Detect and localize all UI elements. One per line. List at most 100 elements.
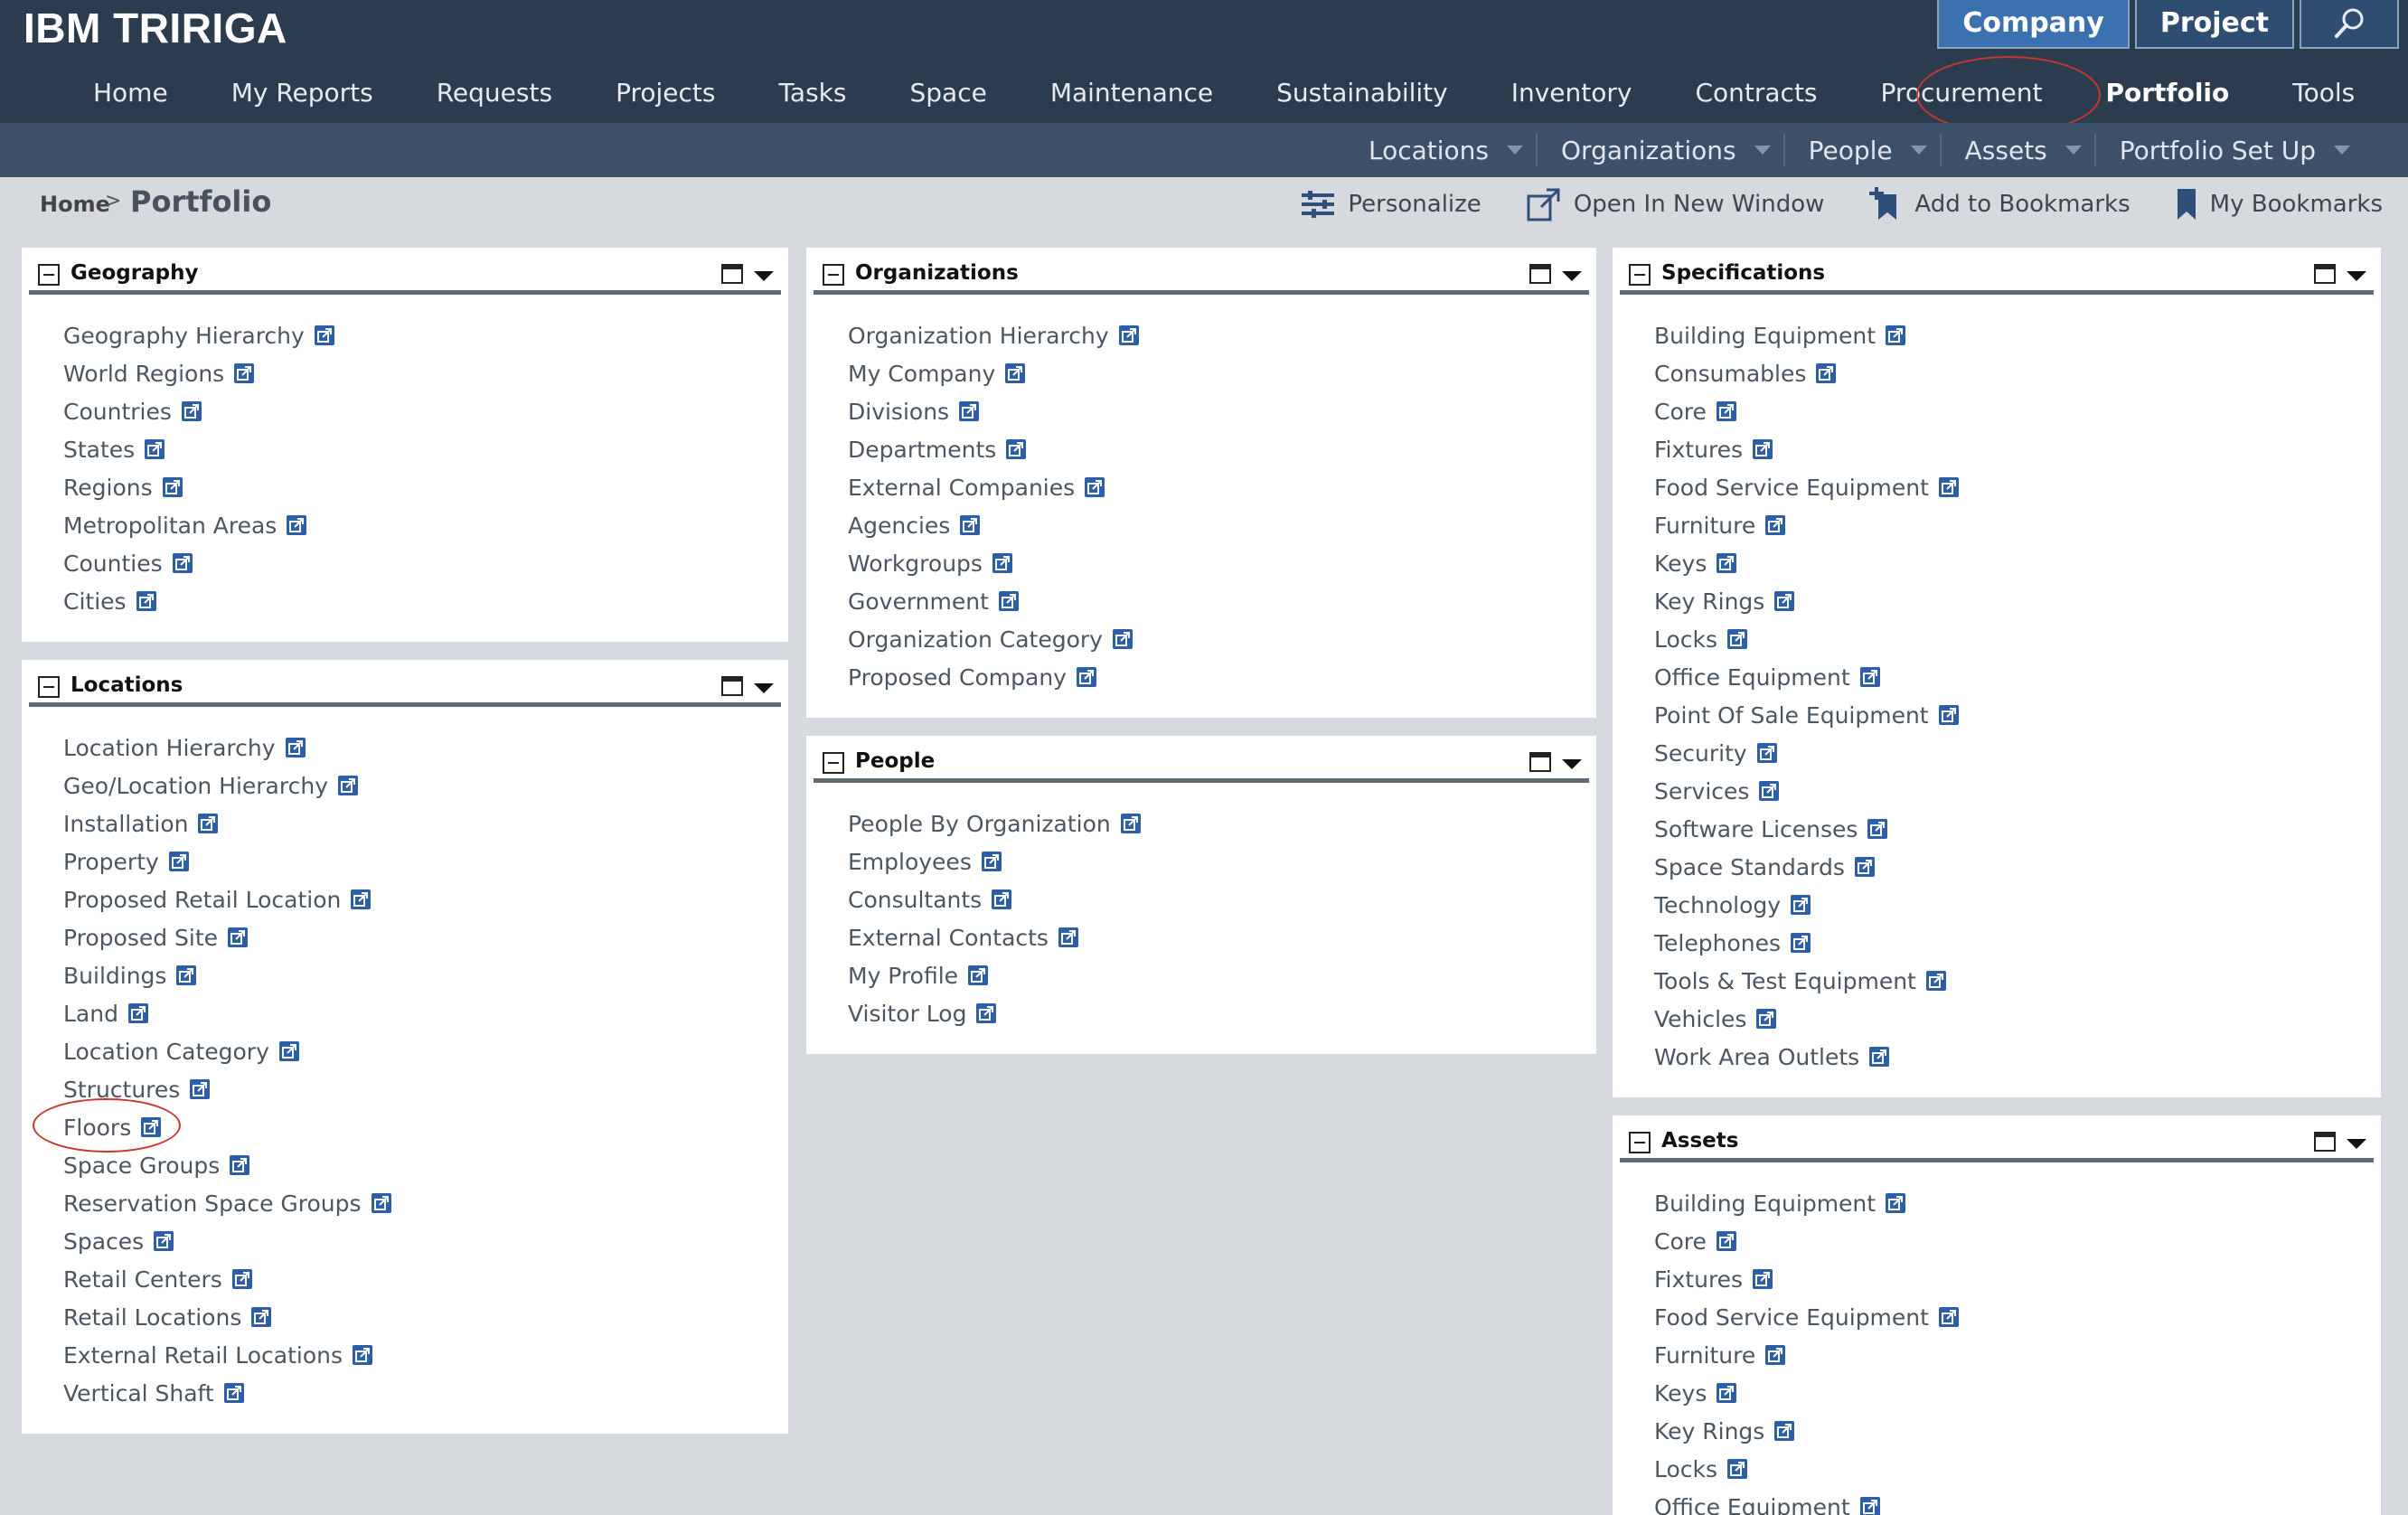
open-in-new-window-icon[interactable]: [998, 590, 1020, 612]
list-item-link[interactable]: Building Equipment: [1654, 1190, 1876, 1217]
list-item-link[interactable]: Core: [1654, 399, 1707, 425]
nav-sustainability[interactable]: Sustainability: [1245, 65, 1480, 121]
open-in-new-window-icon[interactable]: [153, 1230, 174, 1252]
list-item-link[interactable]: Spaces: [63, 1228, 144, 1255]
open-in-new-window-icon[interactable]: [1859, 666, 1881, 688]
nav-space[interactable]: Space: [878, 65, 1018, 121]
open-in-new-window-icon[interactable]: [975, 1002, 997, 1024]
open-in-new-window-icon[interactable]: [1938, 1306, 1960, 1328]
list-item-link[interactable]: Cities: [63, 588, 127, 615]
open-in-new-window-icon[interactable]: [168, 851, 190, 872]
nav-contracts[interactable]: Contracts: [1663, 65, 1848, 121]
list-item-link[interactable]: Installation: [63, 811, 188, 837]
open-in-new-window-icon[interactable]: [136, 590, 157, 612]
subnav-locations[interactable]: Locations: [1345, 134, 1536, 166]
list-item-link[interactable]: My Company: [848, 361, 995, 387]
list-item-link[interactable]: Regions: [63, 475, 153, 501]
list-item-link[interactable]: Furniture: [1654, 1342, 1755, 1369]
list-item-link[interactable]: Key Rings: [1654, 1418, 1764, 1444]
open-in-new-window-icon[interactable]: [233, 362, 255, 384]
open-in-new-window-icon[interactable]: [1120, 813, 1142, 834]
list-item-link[interactable]: Keys: [1654, 550, 1707, 577]
open-in-new-window-icon[interactable]: [1726, 1458, 1748, 1480]
list-item-link[interactable]: Visitor Log: [848, 1001, 966, 1027]
list-item-link[interactable]: Location Category: [63, 1039, 269, 1065]
list-item-link[interactable]: Retail Locations: [63, 1304, 241, 1331]
open-in-new-window-icon[interactable]: [371, 1192, 392, 1214]
maximize-window-icon[interactable]: [2314, 264, 2336, 284]
open-in-new-window-icon[interactable]: [1058, 927, 1079, 948]
open-in-new-window-icon[interactable]: [992, 552, 1013, 574]
subnav-portfolio-set-up[interactable]: Portfolio Set Up: [2093, 134, 2363, 166]
list-item-link[interactable]: Consumables: [1654, 361, 1806, 387]
list-item-link[interactable]: Telephones: [1654, 930, 1781, 956]
list-item-link[interactable]: World Regions: [63, 361, 224, 387]
list-item-link[interactable]: My Profile: [848, 963, 958, 989]
open-in-new-window-icon[interactable]: [127, 1002, 149, 1024]
open-in-new-window-icon[interactable]: [958, 400, 980, 422]
open-in-new-window-icon[interactable]: [981, 851, 1002, 872]
open-in-new-window-icon[interactable]: [162, 476, 183, 498]
list-item-link[interactable]: Proposed Company: [848, 664, 1067, 691]
open-in-new-window-icon[interactable]: [1076, 666, 1097, 688]
list-item-link[interactable]: Food Service Equipment: [1654, 1304, 1929, 1331]
open-in-new-window-icon[interactable]: [189, 1078, 211, 1100]
open-in-new-window-icon[interactable]: [1773, 590, 1795, 612]
list-item-link[interactable]: People By Organization: [848, 811, 1111, 837]
personalize-button[interactable]: Personalize: [1301, 191, 1481, 218]
maximize-window-icon[interactable]: [1529, 264, 1551, 284]
list-item-link[interactable]: Government: [848, 588, 989, 615]
list-item-link[interactable]: Core: [1654, 1228, 1707, 1255]
list-item-link[interactable]: Geography Hierarchy: [63, 323, 305, 349]
open-in-new-window-icon[interactable]: [1764, 1344, 1786, 1366]
list-item-link[interactable]: Agencies: [848, 513, 950, 539]
global-search-button[interactable]: [2300, 0, 2399, 49]
open-in-new-window-icon[interactable]: [1112, 628, 1133, 650]
list-item-link[interactable]: Divisions: [848, 399, 949, 425]
open-in-new-window-icon[interactable]: [227, 927, 249, 948]
collapse-toggle-icon[interactable]: [38, 264, 60, 286]
list-item-link[interactable]: Vertical Shaft: [63, 1380, 214, 1407]
nav-my-reports[interactable]: My Reports: [200, 65, 405, 121]
nav-portfolio[interactable]: Portfolio: [2074, 65, 2261, 121]
nav-projects[interactable]: Projects: [584, 65, 747, 121]
list-item-link[interactable]: Keys: [1654, 1380, 1707, 1407]
list-item-link[interactable]: Buildings: [63, 963, 166, 989]
nav-requests[interactable]: Requests: [405, 65, 584, 121]
list-item-link[interactable]: Work Area Outlets: [1654, 1044, 1859, 1070]
panel-menu-caret-icon[interactable]: [2347, 271, 2366, 281]
open-in-new-window-icon[interactable]: [1938, 704, 1960, 726]
open-in-new-window-icon[interactable]: [229, 1154, 250, 1176]
list-item-link[interactable]: Countries: [63, 399, 172, 425]
list-item-link[interactable]: Software Licenses: [1654, 816, 1858, 842]
list-item-link[interactable]: Tools & Test Equipment: [1654, 968, 1916, 994]
open-in-new-window-icon[interactable]: [991, 889, 1012, 910]
panel-menu-caret-icon[interactable]: [1562, 271, 1582, 281]
open-in-new-window-icon[interactable]: [144, 438, 165, 460]
list-item-link[interactable]: Office Equipment: [1654, 664, 1850, 691]
nav-inventory[interactable]: Inventory: [1480, 65, 1664, 121]
open-in-new-window-icon[interactable]: [1773, 1420, 1795, 1442]
add-to-bookmarks-button[interactable]: Add to Bookmarks: [1869, 187, 2131, 221]
open-in-new-window-icon[interactable]: [1790, 932, 1811, 954]
open-in-new-window-icon[interactable]: [1790, 894, 1811, 916]
list-item-link[interactable]: Furniture: [1654, 513, 1755, 539]
collapse-toggle-icon[interactable]: [1629, 264, 1651, 286]
panel-menu-caret-icon[interactable]: [2347, 1139, 2366, 1149]
open-in-new-window-icon[interactable]: [285, 737, 306, 758]
nav-tools[interactable]: Tools: [2261, 65, 2386, 121]
open-in-new-window-icon[interactable]: [1118, 325, 1140, 346]
open-in-new-window-icon[interactable]: [1815, 362, 1837, 384]
list-item-link[interactable]: External Companies: [848, 475, 1075, 501]
list-item-link[interactable]: External Retail Locations: [63, 1342, 343, 1369]
list-item-link[interactable]: Key Rings: [1654, 588, 1764, 615]
maximize-window-icon[interactable]: [721, 676, 743, 696]
list-item-link[interactable]: Organization Category: [848, 626, 1103, 653]
open-in-new-window-icon[interactable]: [1867, 818, 1888, 840]
list-item-link[interactable]: Vehicles: [1654, 1006, 1746, 1032]
open-in-new-window-icon[interactable]: [231, 1268, 253, 1290]
open-in-new-window-icon[interactable]: [1854, 856, 1876, 878]
list-item-link[interactable]: Services: [1654, 778, 1749, 805]
list-item-link[interactable]: Space Standards: [1654, 854, 1845, 880]
open-in-new-window-icon[interactable]: [1868, 1046, 1890, 1068]
